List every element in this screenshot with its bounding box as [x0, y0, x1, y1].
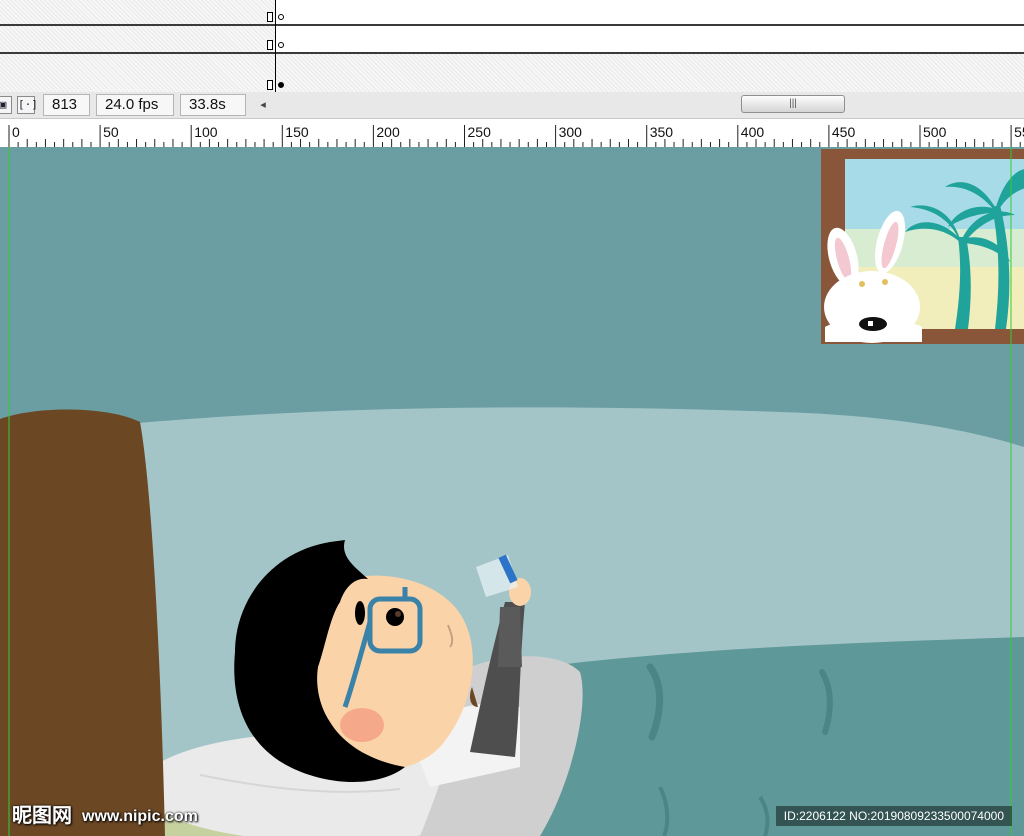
frame-rate-field[interactable]: 24.0 fps	[96, 94, 174, 116]
ruler-label: 200	[376, 124, 400, 140]
headboard	[0, 409, 165, 836]
stage-canvas[interactable]: 昵图网 www.nipic.com ID:2206122 NO:20190809…	[0, 147, 1024, 836]
keyframe-marker[interactable]	[267, 40, 273, 50]
center-frame-icon[interactable]: [·]	[17, 96, 38, 114]
timeline-status-bar: ▣ [·] 813 24.0 fps 33.8s ◂ |||	[0, 92, 1024, 119]
keyframe-marker[interactable]	[267, 80, 273, 90]
filled-keyframe-icon[interactable]	[278, 82, 284, 88]
horizontal-scrollbar-thumb[interactable]: |||	[741, 95, 845, 113]
ruler-label: 400	[741, 124, 765, 140]
scroll-left-icon[interactable]: ◂	[256, 96, 270, 114]
picture-frame	[821, 149, 1024, 344]
empty-keyframe-icon[interactable]	[278, 14, 284, 20]
keyframe-marker[interactable]	[267, 12, 273, 22]
elapsed-time-field[interactable]: 33.8s	[180, 94, 246, 116]
timeline-layer-row[interactable]	[0, 54, 1024, 92]
playhead[interactable]	[275, 0, 276, 92]
ruler-label: 100	[194, 124, 218, 140]
watermark-logo: 昵图网	[12, 805, 72, 827]
timeline-layer-row[interactable]	[0, 0, 1024, 26]
ruler-label: 500	[923, 124, 947, 140]
watermark-id: ID:2206122 NO:20190809233500074000	[775, 806, 1012, 826]
ruler-label: 300	[559, 124, 583, 140]
ruler-label: 55	[1014, 124, 1024, 140]
timeline-layer-row[interactable]	[0, 26, 1024, 54]
ruler-label: 350	[650, 124, 674, 140]
stage-artwork	[0, 147, 1024, 836]
empty-keyframe-icon[interactable]	[278, 42, 284, 48]
timeline-layers	[0, 0, 1024, 92]
current-frame-field[interactable]: 813	[43, 94, 90, 116]
ruler-label: 0	[12, 124, 20, 140]
ruler-label: 150	[285, 124, 309, 140]
ruler-ticks: 0 50 100 150 200 250 300 350 400 450 500 55	[8, 124, 1024, 147]
horizontal-ruler: 0 50 100 150 200 250 300 350 400 450 500 55	[0, 119, 1024, 148]
ruler-label: 50	[103, 124, 119, 140]
watermark-url: www.nipic.com	[82, 808, 198, 825]
onion-skin-icon[interactable]: ▣	[0, 96, 12, 114]
ruler-label: 250	[468, 124, 492, 140]
ruler-label: 450	[832, 124, 856, 140]
